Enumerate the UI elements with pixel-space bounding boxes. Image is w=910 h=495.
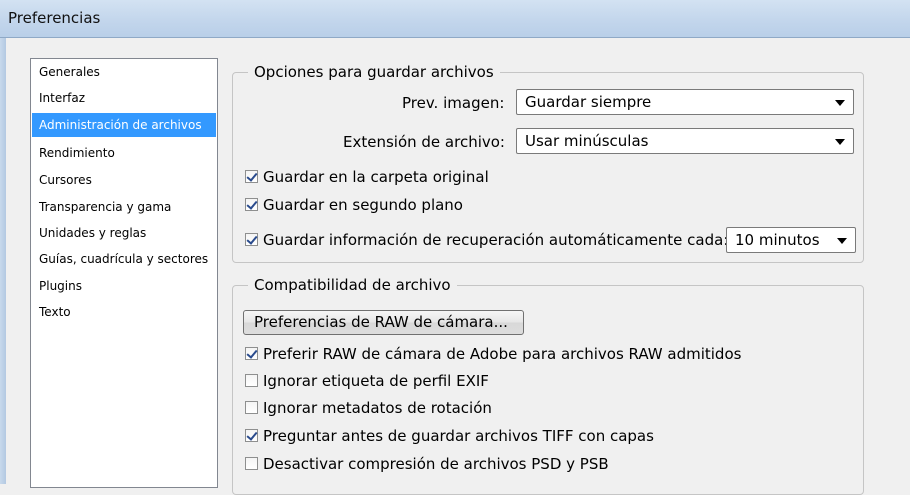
save-options-legend: Opciones para guardar archivos [248, 63, 500, 81]
raw-preferences-button[interactable]: Preferencias de RAW de cámara... [243, 310, 524, 335]
category-item-interfaz[interactable]: Interfaz [32, 86, 216, 110]
extension-select[interactable]: Usar minúsculas [516, 128, 854, 154]
category-item-administracion-archivos[interactable]: Administración de archivos [32, 113, 216, 137]
preview-label: Prev. imagen: [402, 94, 505, 112]
checkbox-label: Ignorar etiqueta de perfil EXIF [263, 372, 489, 390]
checkbox-save-background[interactable]: Guardar en segundo plano [245, 196, 645, 216]
extension-label: Extensión de archivo: [343, 133, 505, 151]
checkbox-box[interactable] [245, 198, 258, 211]
category-item-guias-cuadricula-sectores[interactable]: Guías, cuadrícula y sectores [32, 247, 216, 271]
category-item-cursores[interactable]: Cursores [32, 168, 216, 192]
category-item-transparencia-gama[interactable]: Transparencia y gama [32, 195, 216, 219]
checkbox-save-original-folder[interactable]: Guardar en la carpeta original [245, 168, 645, 188]
recovery-interval-select[interactable]: 10 minutos [726, 227, 856, 253]
checkbox-label: Preferir RAW de cámara de Adobe para arc… [263, 345, 742, 363]
preview-select[interactable]: Guardar siempre [516, 89, 854, 115]
title-bar: Preferencias [0, 0, 910, 38]
checkbox-box[interactable] [245, 233, 258, 246]
checkbox-box[interactable] [245, 457, 258, 470]
compat-legend: Compatibilidad de archivo [248, 276, 457, 294]
checkbox-label: Ignorar metadatos de rotación [263, 399, 492, 417]
chevron-down-icon [837, 238, 847, 244]
checkbox-auto-recovery[interactable]: Guardar información de recuperación auto… [245, 231, 728, 251]
window-title: Preferencias [8, 9, 101, 27]
checkbox-label: Guardar información de recuperación auto… [263, 231, 729, 249]
checkbox-ignore-rotation-metadata[interactable]: Ignorar metadatos de rotación [245, 399, 645, 419]
check-icon [246, 233, 258, 245]
checkbox-label: Guardar en segundo plano [263, 196, 463, 214]
check-icon [246, 170, 258, 182]
recovery-interval-value: 10 minutos [735, 231, 820, 249]
extension-select-value: Usar minúsculas [525, 132, 649, 150]
category-item-unidades-reglas[interactable]: Unidades y reglas [32, 221, 216, 245]
check-icon [246, 198, 258, 210]
checkbox-box[interactable] [245, 401, 258, 414]
checkbox-disable-psd-compression[interactable]: Desactivar compresión de archivos PSD y … [245, 455, 745, 475]
checkbox-box[interactable] [245, 374, 258, 387]
checkbox-label: Preguntar antes de guardar archivos TIFF… [263, 427, 654, 445]
category-item-rendimiento[interactable]: Rendimiento [32, 141, 216, 165]
chevron-down-icon [835, 100, 845, 106]
checkbox-box[interactable] [245, 170, 258, 183]
category-item-generales[interactable]: Generales [32, 60, 216, 84]
checkbox-label: Guardar en la carpeta original [263, 168, 489, 186]
category-item-plugins[interactable]: Plugins [32, 274, 216, 298]
preview-select-value: Guardar siempre [525, 93, 652, 111]
check-icon [246, 429, 258, 441]
checkbox-box[interactable] [245, 347, 258, 360]
checkbox-ask-layered-tiff[interactable]: Preguntar antes de guardar archivos TIFF… [245, 427, 745, 447]
check-icon [246, 347, 258, 359]
checkbox-prefer-adobe-raw[interactable]: Preferir RAW de cámara de Adobe para arc… [245, 345, 825, 365]
window-frame-edge [0, 38, 6, 484]
checkbox-ignore-exif-profile[interactable]: Ignorar etiqueta de perfil EXIF [245, 372, 645, 392]
category-item-texto[interactable]: Texto [32, 300, 216, 324]
checkbox-label: Desactivar compresión de archivos PSD y … [263, 455, 609, 473]
chevron-down-icon [835, 139, 845, 145]
category-list: Generales Interfaz Administración de arc… [30, 58, 218, 488]
checkbox-box[interactable] [245, 429, 258, 442]
